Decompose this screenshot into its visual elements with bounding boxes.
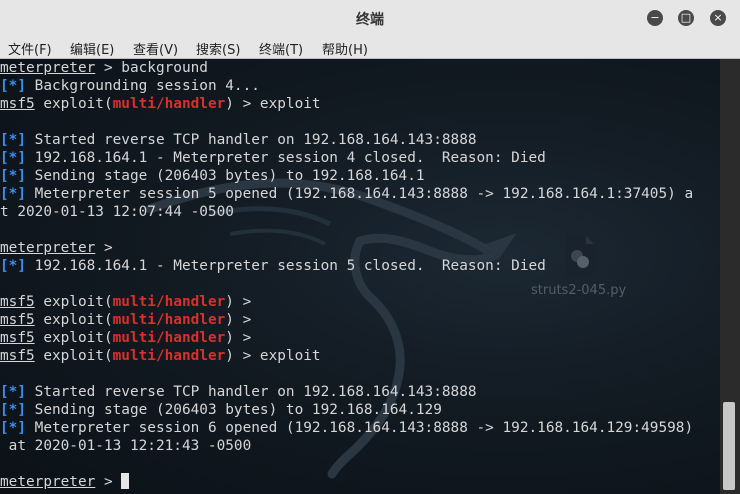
terminal-line: [*] 192.168.164.1 - Meterpreter session … [0,257,693,275]
terminal-text: Backgrounding session 4... [26,78,260,94]
terminal-line: msf5 exploit(multi/handler) > [0,311,693,329]
terminal-text: exploit( [34,312,113,328]
terminal-line: msf5 exploit(multi/handler) > exploit [0,95,693,113]
module-name: multi/handler [112,96,226,112]
prompt-name: meterpreter [0,240,96,256]
terminal-text: ) > exploit [225,96,321,112]
terminal-line: at 2020-01-13 12:21:43 -0500 [0,437,693,455]
prompt-name: msf5 [0,348,35,364]
terminal-text: ) > [225,330,252,346]
terminal-text: ) > exploit [225,348,321,364]
status-marker: [*] [0,258,26,274]
prompt-name: msf5 [0,294,35,310]
terminal-text: ) > [225,294,252,310]
terminal-line: [*] Backgrounding session 4... [0,77,693,95]
terminal-text: > [95,240,113,256]
terminal-line: msf5 exploit(multi/handler) > [0,293,693,311]
prompt-name: meterpreter [0,474,96,490]
terminal-output: meterpreter > background [*] Backgroundin… [0,59,693,491]
terminal-text: Meterpreter session 6 opened (192.168.16… [26,420,694,436]
terminal-line: meterpreter > background [0,59,693,77]
menu-file[interactable]: 文件(F) [8,39,52,58]
terminal-text: > background [95,60,208,76]
title-bar: 终端 − □ × [0,0,740,37]
terminal-text: 192.168.164.1 - Meterpreter session 4 cl… [26,150,546,166]
menu-terminal[interactable]: 终端(T) [259,39,303,58]
terminal-text: exploit( [34,348,113,364]
terminal-text: Sending stage (206403 bytes) to 192.168.… [26,402,442,418]
prompt-name: msf5 [0,96,35,112]
terminal-text: exploit( [34,96,113,112]
prompt-name: meterpreter [0,60,96,76]
module-name: multi/handler [112,294,226,310]
maximize-icon: □ [680,11,692,24]
menu-view[interactable]: 查看(V) [133,39,178,58]
terminal-text: Started reverse TCP handler on 192.168.1… [26,132,477,148]
terminal-line: [*] Sending stage (206403 bytes) to 192.… [0,401,693,419]
text-cursor [121,473,130,489]
terminal-line: [*] Started reverse TCP handler on 192.1… [0,383,693,401]
module-name: multi/handler [112,330,226,346]
status-marker: [*] [0,168,26,184]
prompt-name: msf5 [0,330,35,346]
terminal-text: at 2020-01-13 12:21:43 -0500 [0,438,252,454]
terminal-line: [*] Meterpreter session 5 opened (192.16… [0,185,693,203]
status-marker: [*] [0,420,26,436]
terminal-line: msf5 exploit(multi/handler) > exploit [0,347,693,365]
terminal-text: t 2020-01-13 12:07:44 -0500 [0,204,234,220]
scrollbar-thumb[interactable] [723,402,735,490]
terminal-line: t 2020-01-13 12:07:44 -0500 [0,203,693,221]
terminal-line: meterpreter > [0,473,693,491]
module-name: multi/handler [112,348,226,364]
menu-help[interactable]: 帮助(H) [322,39,368,58]
prompt-name: msf5 [0,312,35,328]
terminal-text: Started reverse TCP handler on 192.168.1… [26,384,477,400]
terminal-line: msf5 exploit(multi/handler) > [0,329,693,347]
terminal-text: exploit( [34,294,113,310]
scrollbar[interactable] [720,59,740,494]
minimize-button[interactable]: − [647,10,663,26]
window-title: 终端 [356,12,384,28]
menu-edit[interactable]: 编辑(E) [70,39,114,58]
terminal-line: [*] 192.168.164.1 - Meterpreter session … [0,149,693,167]
menu-search[interactable]: 搜索(S) [196,39,240,58]
module-name: multi/handler [112,312,226,328]
terminal-text: > [95,474,122,490]
status-marker: [*] [0,132,26,148]
status-marker: [*] [0,402,26,418]
terminal-line: [*] Started reverse TCP handler on 192.1… [0,131,693,149]
terminal-text: Meterpreter session 5 opened (192.168.16… [26,186,694,202]
status-marker: [*] [0,384,26,400]
terminal-line: [*] Sending stage (206403 bytes) to 192.… [0,167,693,185]
status-marker: [*] [0,150,26,166]
terminal-text: 192.168.164.1 - Meterpreter session 5 cl… [26,258,546,274]
status-marker: [*] [0,78,26,94]
terminal-line: [*] Meterpreter session 6 opened (192.16… [0,419,693,437]
terminal-text: exploit( [34,330,113,346]
minimize-icon: − [650,11,660,24]
menu-bar: 文件(F) 编辑(E) 查看(V) 搜索(S) 终端(T) 帮助(H) [0,36,740,59]
close-icon: × [713,11,723,24]
terminal-area[interactable]: struts2-045.py meterpreter > background[… [0,59,720,494]
terminal-text: Sending stage (206403 bytes) to 192.168.… [26,168,425,184]
status-marker: [*] [0,186,26,202]
close-button[interactable]: × [710,10,726,26]
maximize-button[interactable]: □ [678,10,694,26]
terminal-line: meterpreter > [0,239,693,257]
terminal-text: ) > [225,312,252,328]
